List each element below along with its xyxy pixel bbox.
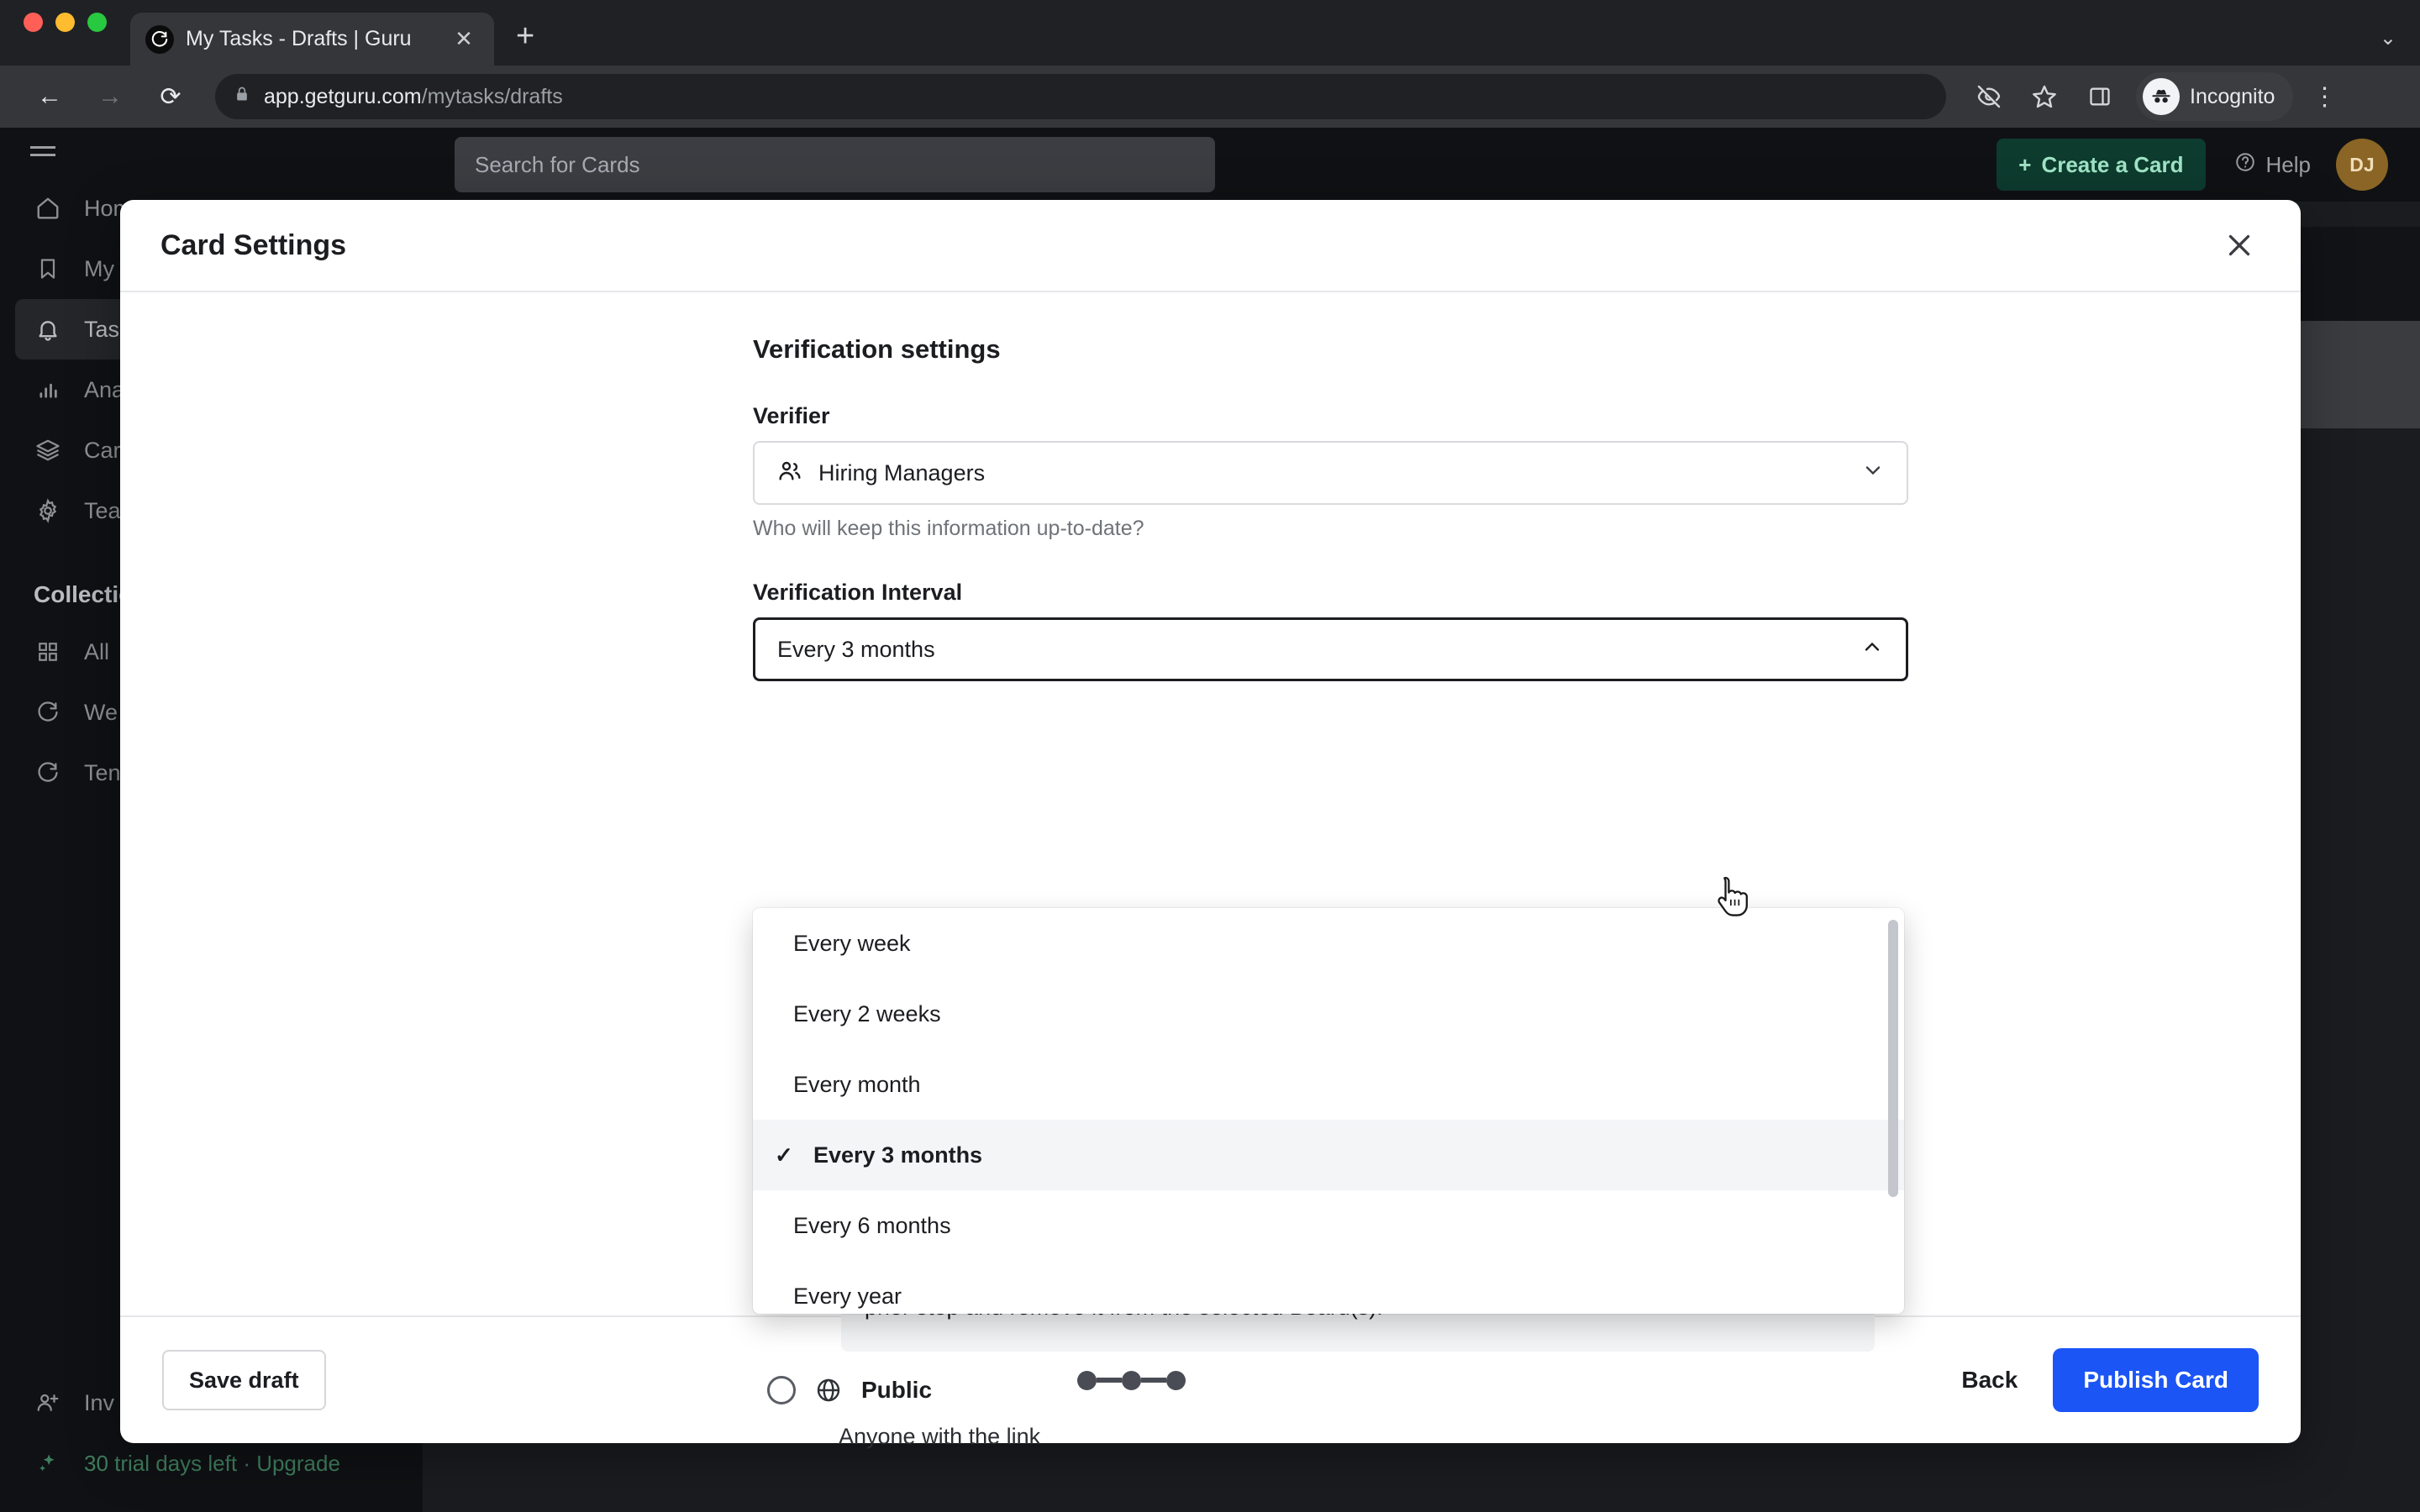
browser-window: My Tasks - Drafts | Guru ✕ + ⌄ ← → ⟳ app… [0, 0, 2420, 1512]
dropdown-option-label: Every year [793, 1283, 902, 1309]
verification-settings-form: Verification settings Verifier Hiring Ma… [753, 292, 1908, 681]
back-button[interactable]: Back [1938, 1367, 2041, 1394]
chevron-down-icon [1861, 459, 1885, 487]
dropdown-option-label: Every 2 weeks [793, 1000, 941, 1026]
dropdown-option-label: Every 6 months [793, 1212, 951, 1238]
dropdown-option-list: Every week Every 2 weeks Every month ✓ E… [753, 908, 1904, 1314]
verifier-help-text: Who will keep this information up-to-dat… [753, 517, 1144, 540]
verifier-value: Hiring Managers [818, 459, 986, 486]
step-connector-1 [1097, 1378, 1123, 1383]
verification-interval-value: Every 3 months [777, 636, 935, 662]
public-description: Anyone with the link [839, 1424, 1041, 1449]
check-icon: ✓ [775, 1142, 793, 1168]
public-label: Public [861, 1377, 933, 1403]
modal-header: Card Settings [120, 200, 2301, 292]
page-title: Card Settings [160, 228, 347, 261]
modal-body: Verification settings Verifier Hiring Ma… [120, 292, 2301, 1449]
chevron-up-icon [1860, 635, 1884, 664]
dropdown-scrollbar[interactable] [1888, 920, 1898, 1197]
section-title: Verification settings [753, 334, 1001, 364]
step-indicator [1077, 1370, 1186, 1390]
verification-interval-dropdown[interactable]: Every week Every 2 weeks Every month ✓ E… [753, 908, 1904, 1314]
mouse-cursor-pointer-icon [1713, 875, 1752, 923]
verifier-select[interactable]: Hiring Managers [753, 441, 1908, 505]
dropdown-option-every-6-months[interactable]: Every 6 months [753, 1190, 1904, 1261]
card-settings-modal: Card Settings Verification settings Veri… [120, 200, 2301, 1449]
publish-card-button[interactable]: Publish Card [2053, 1348, 2260, 1412]
verification-interval-select[interactable]: Every 3 months [753, 617, 1908, 681]
dropdown-option-label: Every month [793, 1071, 921, 1097]
dropdown-option-every-year[interactable]: Every year [753, 1261, 1904, 1314]
dropdown-option-every-3-months[interactable]: ✓ Every 3 months [753, 1120, 1904, 1190]
save-draft-button[interactable]: Save draft [162, 1350, 326, 1410]
step-dot-2[interactable] [1122, 1370, 1142, 1390]
dropdown-option-every-2-weeks[interactable]: Every 2 weeks [753, 979, 1904, 1049]
globe-icon [814, 1376, 843, 1404]
verification-interval-label: Verification Interval [753, 580, 963, 605]
step-connector-2 [1141, 1378, 1167, 1383]
radio-button[interactable] [767, 1376, 796, 1404]
visibility-public-option[interactable]: Public [767, 1376, 932, 1404]
step-dot-1[interactable] [1077, 1370, 1097, 1390]
step-dot-3[interactable] [1166, 1370, 1186, 1390]
dropdown-option-every-month[interactable]: Every month [753, 1049, 1904, 1120]
dropdown-option-label: Every week [793, 930, 911, 956]
close-icon[interactable] [2213, 219, 2265, 271]
people-icon [776, 458, 803, 489]
dropdown-option-label: Every 3 months [813, 1142, 983, 1168]
verifier-label: Verifier [753, 403, 830, 428]
